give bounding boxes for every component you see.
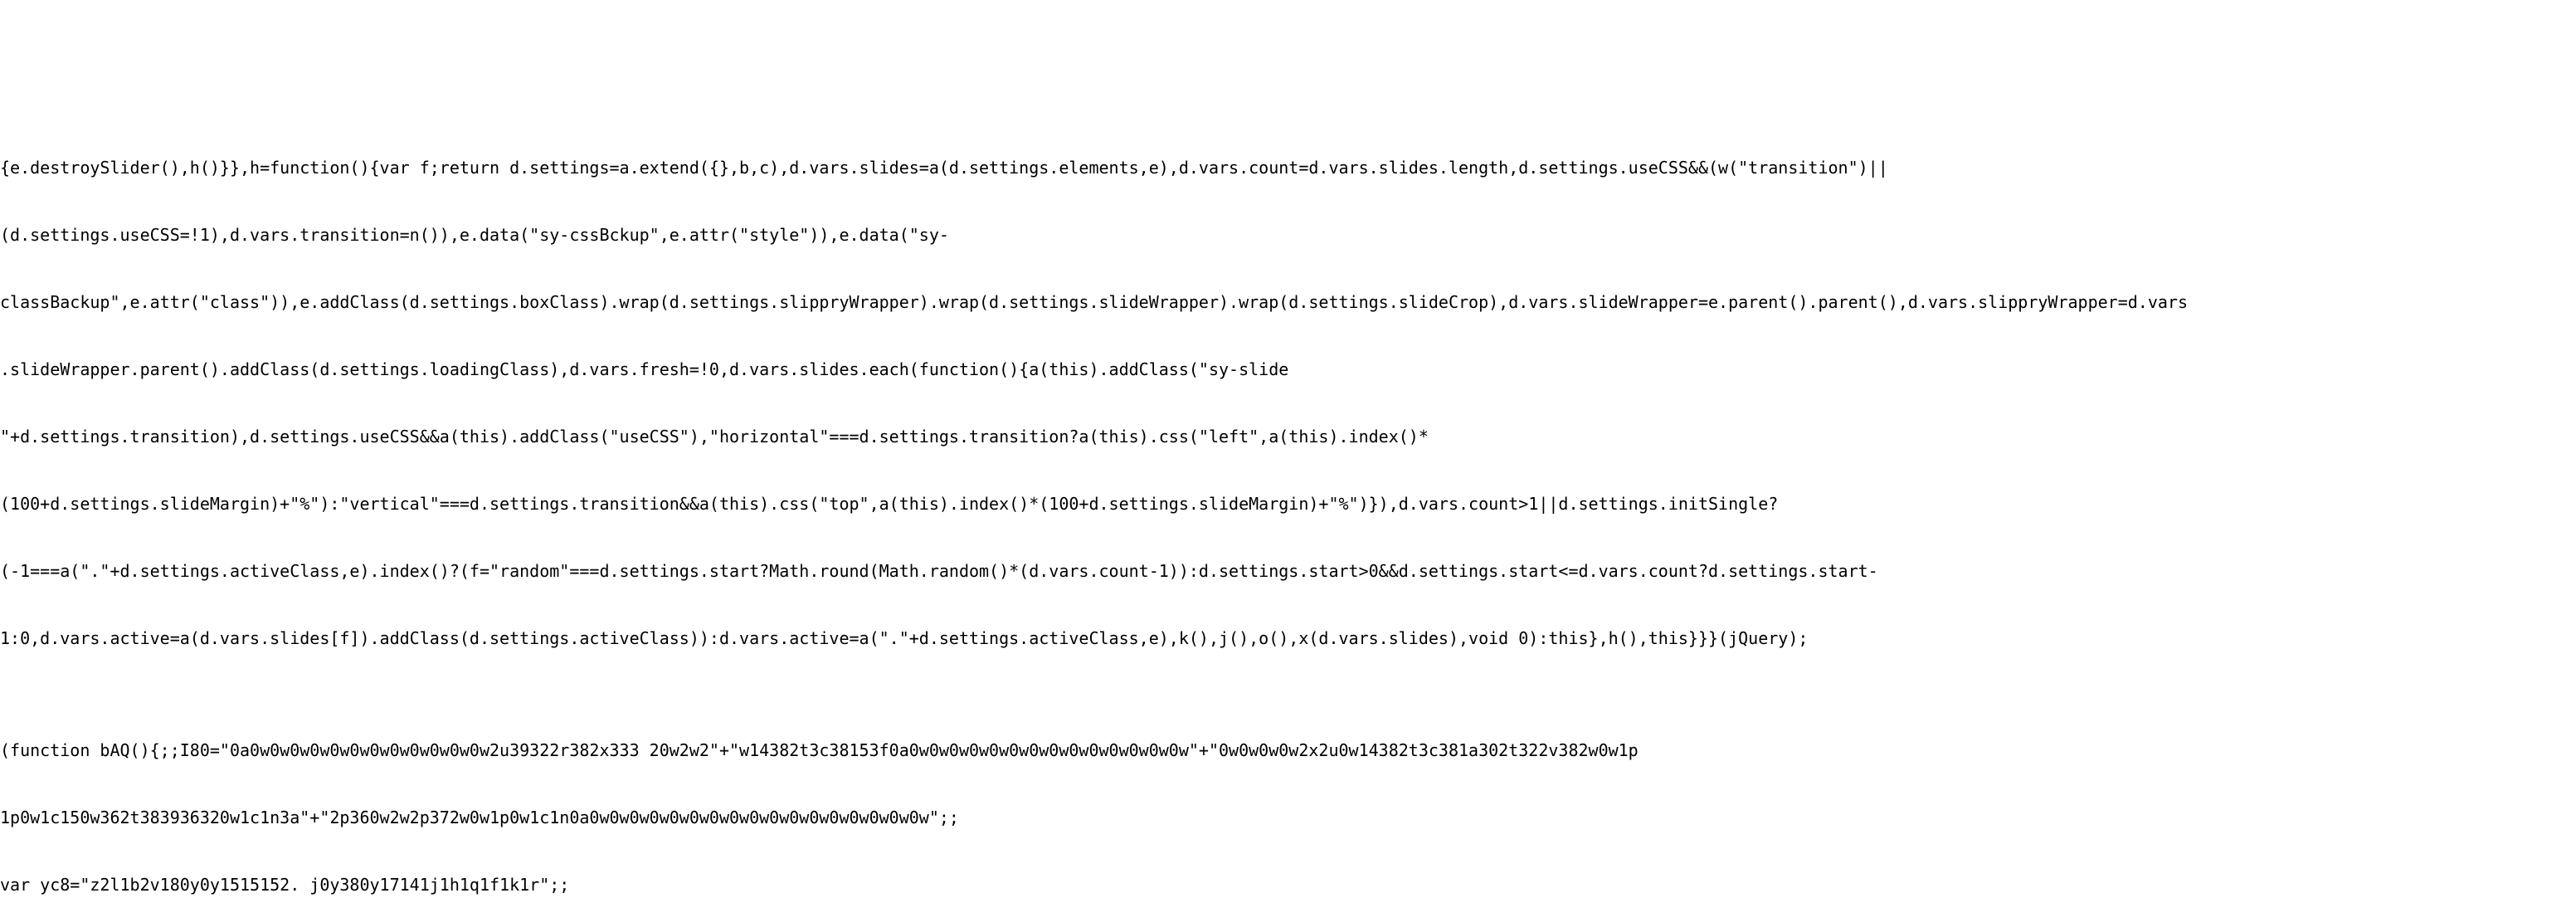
code-line: (-1===a("."+d.settings.activeClass,e).in… (0, 560, 2576, 583)
code-viewer: {e.destroySlider(),h()}},h=function(){va… (0, 112, 2576, 898)
code-line: (function bAQ(){;;I80="0a0w0w0w0w0w0w0w0… (0, 739, 2576, 762)
code-line: {e.destroySlider(),h()}},h=function(){va… (0, 157, 2576, 179)
code-line: (100+d.settings.slideMargin)+"%"):"verti… (0, 493, 2576, 515)
code-line: var yc8="z2l1b2v180y0y1515152. j0y380y17… (0, 874, 2576, 896)
code-line: classBackup",e.attr("class")),e.addClass… (0, 291, 2576, 314)
code-line: 1p0w1c150w362t383936320w1c1n3a"+"2p360w2… (0, 807, 2576, 829)
code-line: .slideWrapper.parent().addClass(d.settin… (0, 359, 2576, 381)
code-line: "+d.settings.transition),d.settings.useC… (0, 426, 2576, 448)
code-line: 1:0,d.vars.active=a(d.vars.slides[f]).ad… (0, 627, 2576, 650)
code-line: (d.settings.useCSS=!1),d.vars.transition… (0, 224, 2576, 246)
